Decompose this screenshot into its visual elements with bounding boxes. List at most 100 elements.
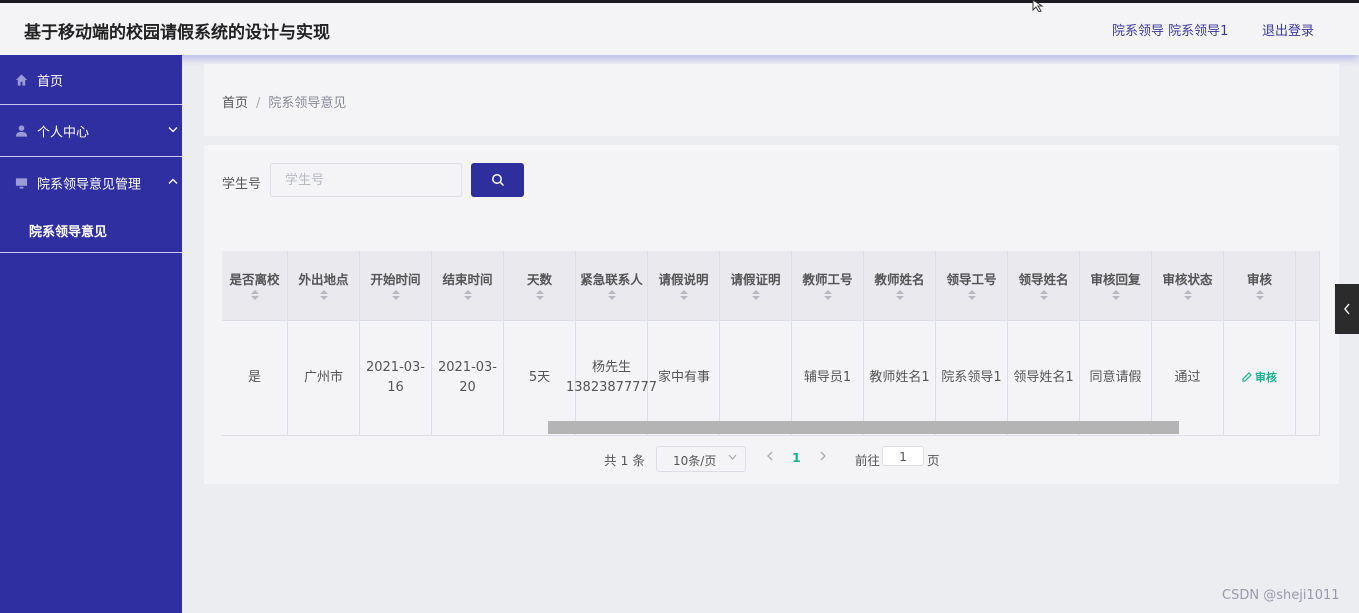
table-cell: 辅导员1 bbox=[792, 321, 864, 435]
sort-icon[interactable] bbox=[1255, 290, 1264, 302]
cell-text: 教师姓名1 bbox=[869, 370, 930, 385]
sidebar-item-personal-center[interactable]: 个人中心 bbox=[0, 105, 182, 157]
column-header-label: 天数 bbox=[526, 272, 552, 287]
sort-icon[interactable] bbox=[250, 290, 259, 302]
cell-text: 同意请假 bbox=[1089, 370, 1142, 385]
sort-icon[interactable] bbox=[967, 290, 976, 302]
pagination: 共 1 条 10条/页 1 前往 页 bbox=[204, 445, 1339, 475]
cell-text: 辅导员1 bbox=[803, 370, 852, 385]
sort-icon[interactable] bbox=[535, 290, 544, 302]
search-label: 学生号 bbox=[222, 177, 262, 192]
column-header-label: 审核状态 bbox=[1162, 272, 1213, 287]
cell-text: 杨先生 13823877777 bbox=[566, 360, 657, 395]
column-header[interactable]: 领导姓名 bbox=[1008, 251, 1080, 321]
cell-text: 2021-03-20 bbox=[437, 360, 497, 395]
search-button[interactable] bbox=[471, 163, 524, 197]
column-header-label: 请假说明 bbox=[658, 272, 709, 287]
cell-text: 2021-03-16 bbox=[365, 360, 425, 395]
table-cell: 广州市 bbox=[288, 321, 360, 435]
page-unit-label: 页 bbox=[927, 453, 940, 468]
column-header[interactable]: 教师姓名 bbox=[864, 251, 936, 321]
column-header[interactable]: 请假说明 bbox=[648, 251, 720, 321]
column-header[interactable]: 开始时间 bbox=[360, 251, 432, 321]
column-header[interactable]: 是否离校 bbox=[222, 251, 288, 321]
column-header[interactable]: 紧急联系人 bbox=[576, 251, 648, 321]
sidebar: 首页 个人中心 院系领导意见管理 院系领导意见 bbox=[0, 55, 182, 613]
goto-page-input[interactable] bbox=[882, 446, 924, 466]
sidebar-item-home[interactable]: 首页 bbox=[0, 55, 182, 105]
watermark: CSDN @sheji1011 bbox=[1222, 588, 1340, 603]
main-panel: 学生号 是否离校外出地点开始时间结束时间天数紧急联系人请假说明请假证明教师工号教… bbox=[204, 145, 1339, 484]
column-header[interactable]: 教师工号 bbox=[792, 251, 864, 321]
breadcrumb-panel: 首页 / 院系领导意见 bbox=[204, 64, 1339, 136]
sort-icon[interactable] bbox=[463, 290, 472, 302]
column-header-label: 结束时间 bbox=[442, 272, 493, 287]
table-cell: 审核 bbox=[1224, 321, 1296, 435]
chevron-down-icon bbox=[168, 125, 178, 136]
chevron-left-icon bbox=[1344, 303, 1350, 315]
sort-icon[interactable] bbox=[1039, 290, 1048, 302]
sort-icon[interactable] bbox=[607, 290, 616, 302]
table-cell-filler bbox=[1296, 321, 1320, 435]
sort-icon[interactable] bbox=[679, 290, 688, 302]
column-header-label: 外出地点 bbox=[298, 272, 349, 287]
goto-label: 前往 bbox=[855, 453, 881, 468]
column-header-label: 教师工号 bbox=[802, 272, 853, 287]
table-cell: 通过 bbox=[1152, 321, 1224, 435]
sort-icon[interactable] bbox=[391, 290, 400, 302]
column-header-label: 是否离校 bbox=[229, 272, 280, 287]
table-cell: 杨先生 13823877777 bbox=[566, 321, 657, 435]
column-header[interactable]: 结束时间 bbox=[432, 251, 504, 321]
table-header: 是否离校 外出地点 开始时间 结束时间 天数 紧急联系人 请假说明 请假证明 教师工号 教师姓名 领… bbox=[222, 251, 1320, 321]
horizontal-scrollbar[interactable] bbox=[548, 421, 1179, 434]
table-cell: 院系领导1 bbox=[936, 321, 1008, 435]
column-header[interactable]: 领导工号 bbox=[936, 251, 1008, 321]
cell-text: 院系领导1 bbox=[941, 370, 1002, 385]
breadcrumb-home[interactable]: 首页 bbox=[222, 96, 248, 111]
cell-text: 领导姓名1 bbox=[1013, 370, 1074, 385]
column-header-label: 请假证明 bbox=[730, 272, 781, 287]
current-user: 院系领导 院系领导1 bbox=[1112, 24, 1229, 39]
sidebar-item-label: 个人中心 bbox=[37, 125, 90, 140]
column-header[interactable]: 审核 bbox=[1224, 251, 1296, 321]
next-page-button[interactable] bbox=[819, 449, 827, 464]
sort-icon[interactable] bbox=[1183, 290, 1192, 302]
audit-button[interactable]: 审核 bbox=[1242, 368, 1277, 388]
logout-link[interactable]: 退出登录 bbox=[1262, 20, 1314, 39]
prev-page-button[interactable] bbox=[766, 449, 774, 464]
search-icon bbox=[491, 174, 504, 187]
page-number-current[interactable]: 1 bbox=[792, 450, 801, 465]
table-cell: 家中有事 bbox=[648, 321, 720, 435]
breadcrumb-separator: / bbox=[256, 96, 261, 111]
cell-text: 是 bbox=[247, 370, 261, 385]
chevron-down-icon bbox=[728, 452, 737, 463]
chevron-up-icon bbox=[168, 178, 178, 189]
cell-text: 通过 bbox=[1174, 370, 1201, 385]
column-header[interactable]: 审核回复 bbox=[1080, 251, 1152, 321]
column-header-label: 领导工号 bbox=[946, 272, 997, 287]
table-cell: 领导姓名1 bbox=[1008, 321, 1080, 435]
column-header-label: 领导姓名 bbox=[1018, 272, 1069, 287]
column-header[interactable]: 审核状态 bbox=[1152, 251, 1224, 321]
student-number-input[interactable] bbox=[270, 163, 462, 197]
sort-icon[interactable] bbox=[319, 290, 328, 302]
audit-button-label: 审核 bbox=[1255, 371, 1277, 384]
column-header[interactable]: 天数 bbox=[504, 251, 576, 321]
sidebar-subitem-leader-opinion[interactable]: 院系领导意见 bbox=[0, 209, 182, 253]
column-header[interactable]: 请假证明 bbox=[720, 251, 792, 321]
sort-icon[interactable] bbox=[751, 290, 760, 302]
collapse-toggle-button[interactable] bbox=[1335, 284, 1359, 334]
monitor-icon bbox=[15, 178, 28, 189]
column-header[interactable]: 外出地点 bbox=[288, 251, 360, 321]
table-cell: 是 bbox=[222, 321, 288, 435]
mouse-cursor-icon bbox=[1032, 0, 1044, 12]
app-header: 基于移动端的校园请假系统的设计与实现 院系领导 院系领导1 退出登录 bbox=[0, 3, 1359, 55]
sort-icon[interactable] bbox=[823, 290, 832, 302]
sort-icon[interactable] bbox=[895, 290, 904, 302]
page-size-value: 10条/页 bbox=[673, 454, 717, 468]
sort-icon[interactable] bbox=[1111, 290, 1120, 302]
sidebar-item-leader-opinion-management[interactable]: 院系领导意见管理 bbox=[0, 157, 182, 209]
page-size-select[interactable]: 10条/页 bbox=[656, 446, 746, 472]
sidebar-item-label: 院系领导意见管理 bbox=[37, 177, 142, 193]
column-header-filler bbox=[1296, 251, 1320, 321]
